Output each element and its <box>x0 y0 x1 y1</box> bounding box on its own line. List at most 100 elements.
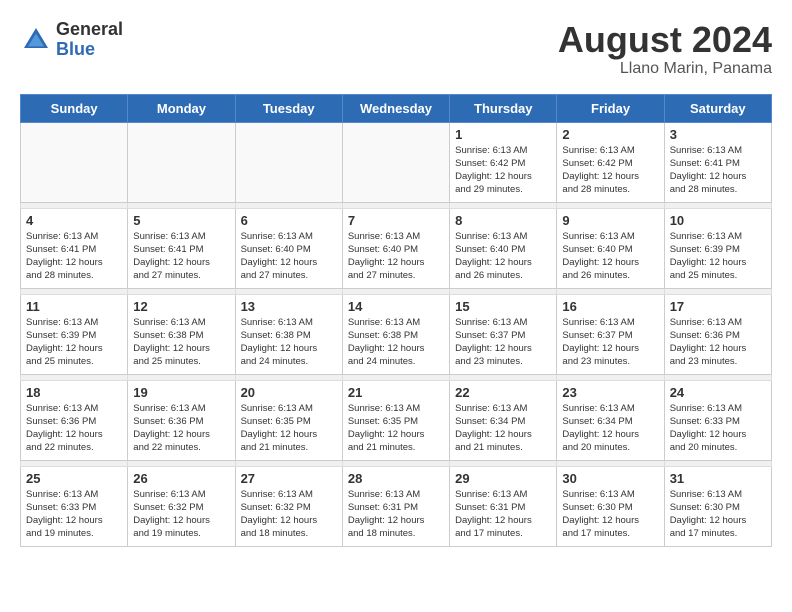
day-info: Sunrise: 6:13 AM Sunset: 6:40 PM Dayligh… <box>455 230 551 283</box>
weekday-header-monday: Monday <box>128 94 235 122</box>
day-number: 24 <box>670 385 766 400</box>
page-header: General Blue August 2024 Llano Marin, Pa… <box>20 20 772 78</box>
weekday-header-tuesday: Tuesday <box>235 94 342 122</box>
day-number: 17 <box>670 299 766 314</box>
calendar-cell: 27 Sunrise: 6:13 AM Sunset: 6:32 PM Dayli… <box>235 466 342 546</box>
day-info: Sunrise: 6:13 AM Sunset: 6:30 PM Dayligh… <box>562 488 658 541</box>
calendar-table: SundayMondayTuesdayWednesdayThursdayFrid… <box>20 94 772 547</box>
calendar-cell: 3Sunrise: 6:13 AM Sunset: 6:41 PM Daylig… <box>664 122 771 202</box>
day-info: Sunrise: 6:13 AM Sunset: 6:39 PM Dayligh… <box>26 316 122 369</box>
day-info: Sunrise: 6:13 AM Sunset: 6:42 PM Dayligh… <box>562 144 658 197</box>
day-info: Sunrise: 6:13 AM Sunset: 6:32 PM Dayligh… <box>241 488 337 541</box>
day-number: 14 <box>348 299 444 314</box>
calendar-cell: 15 Sunrise: 6:13 AM Sunset: 6:37 PM Dayli… <box>450 294 557 374</box>
day-number: 21 <box>348 385 444 400</box>
month-year-title: August 2024 <box>558 20 772 60</box>
day-info: Sunrise: 6:13 AM Sunset: 6:31 PM Dayligh… <box>348 488 444 541</box>
day-info: Sunrise: 6:13 AM Sunset: 6:33 PM Dayligh… <box>26 488 122 541</box>
calendar-cell: 26Sunrise: 6:13 AM Sunset: 6:32 PM Dayli… <box>128 466 235 546</box>
title-area: August 2024 Llano Marin, Panama <box>558 20 772 78</box>
day-info: Sunrise: 6:13 AM Sunset: 6:38 PM Dayligh… <box>241 316 337 369</box>
calendar-cell <box>21 122 128 202</box>
day-info: Sunrise: 6:13 AM Sunset: 6:33 PM Dayligh… <box>670 402 766 455</box>
day-number: 23 <box>562 385 658 400</box>
calendar-cell: 17 Sunrise: 6:13 AM Sunset: 6:36 PM Dayli… <box>664 294 771 374</box>
calendar-cell: 19Sunrise: 6:13 AM Sunset: 6:36 PM Dayli… <box>128 380 235 460</box>
calendar-cell: 21 Sunrise: 6:13 AM Sunset: 6:35 PM Dayli… <box>342 380 449 460</box>
day-number: 28 <box>348 471 444 486</box>
calendar-cell <box>342 122 449 202</box>
day-info: Sunrise: 6:13 AM Sunset: 6:35 PM Dayligh… <box>348 402 444 455</box>
day-number: 16 <box>562 299 658 314</box>
day-number: 10 <box>670 213 766 228</box>
calendar-cell: 16 Sunrise: 6:13 AM Sunset: 6:37 PM Dayli… <box>557 294 664 374</box>
calendar-week-row: 18 Sunrise: 6:13 AM Sunset: 6:36 PM Dayli… <box>21 380 772 460</box>
location-subtitle: Llano Marin, Panama <box>558 60 772 78</box>
calendar-cell: 25 Sunrise: 6:13 AM Sunset: 6:33 PM Dayli… <box>21 466 128 546</box>
day-info: Sunrise: 6:13 AM Sunset: 6:36 PM Dayligh… <box>26 402 122 455</box>
logo-general-text: General <box>56 20 123 40</box>
day-info: Sunrise: 6:13 AM Sunset: 6:41 PM Dayligh… <box>133 230 229 283</box>
day-info: Sunrise: 6:13 AM Sunset: 6:42 PM Dayligh… <box>455 144 551 197</box>
calendar-cell: 11 Sunrise: 6:13 AM Sunset: 6:39 PM Dayli… <box>21 294 128 374</box>
day-info: Sunrise: 6:13 AM Sunset: 6:36 PM Dayligh… <box>670 316 766 369</box>
calendar-week-row: 11 Sunrise: 6:13 AM Sunset: 6:39 PM Dayli… <box>21 294 772 374</box>
day-number: 25 <box>26 471 122 486</box>
day-info: Sunrise: 6:13 AM Sunset: 6:32 PM Dayligh… <box>133 488 229 541</box>
calendar-cell <box>128 122 235 202</box>
calendar-cell: 5Sunrise: 6:13 AM Sunset: 6:41 PM Daylig… <box>128 208 235 288</box>
day-number: 29 <box>455 471 551 486</box>
day-number: 15 <box>455 299 551 314</box>
weekday-header-sunday: Sunday <box>21 94 128 122</box>
day-number: 7 <box>348 213 444 228</box>
day-info: Sunrise: 6:13 AM Sunset: 6:36 PM Dayligh… <box>133 402 229 455</box>
calendar-cell: 20Sunrise: 6:13 AM Sunset: 6:35 PM Dayli… <box>235 380 342 460</box>
logo: General Blue <box>20 20 123 60</box>
weekday-header-friday: Friday <box>557 94 664 122</box>
day-info: Sunrise: 6:13 AM Sunset: 6:37 PM Dayligh… <box>455 316 551 369</box>
calendar-cell: 12 Sunrise: 6:13 AM Sunset: 6:38 PM Dayli… <box>128 294 235 374</box>
day-info: Sunrise: 6:13 AM Sunset: 6:40 PM Dayligh… <box>241 230 337 283</box>
calendar-cell: 31Sunrise: 6:13 AM Sunset: 6:30 PM Dayli… <box>664 466 771 546</box>
calendar-week-row: 1 Sunrise: 6:13 AM Sunset: 6:42 PM Daylig… <box>21 122 772 202</box>
day-number: 13 <box>241 299 337 314</box>
calendar-cell: 9Sunrise: 6:13 AM Sunset: 6:40 PM Daylig… <box>557 208 664 288</box>
calendar-cell: 13 Sunrise: 6:13 AM Sunset: 6:38 PM Dayli… <box>235 294 342 374</box>
calendar-cell: 22Sunrise: 6:13 AM Sunset: 6:34 PM Dayli… <box>450 380 557 460</box>
logo-text: General Blue <box>56 20 123 60</box>
day-number: 18 <box>26 385 122 400</box>
calendar-cell: 14Sunrise: 6:13 AM Sunset: 6:38 PM Dayli… <box>342 294 449 374</box>
day-number: 2 <box>562 127 658 142</box>
calendar-cell: 7Sunrise: 6:13 AM Sunset: 6:40 PM Daylig… <box>342 208 449 288</box>
calendar-cell: 1 Sunrise: 6:13 AM Sunset: 6:42 PM Daylig… <box>450 122 557 202</box>
day-number: 27 <box>241 471 337 486</box>
day-number: 31 <box>670 471 766 486</box>
weekday-header-thursday: Thursday <box>450 94 557 122</box>
day-number: 11 <box>26 299 122 314</box>
calendar-cell: 6Sunrise: 6:13 AM Sunset: 6:40 PM Daylig… <box>235 208 342 288</box>
weekday-header-wednesday: Wednesday <box>342 94 449 122</box>
day-info: Sunrise: 6:13 AM Sunset: 6:39 PM Dayligh… <box>670 230 766 283</box>
day-number: 8 <box>455 213 551 228</box>
day-info: Sunrise: 6:13 AM Sunset: 6:37 PM Dayligh… <box>562 316 658 369</box>
day-info: Sunrise: 6:13 AM Sunset: 6:40 PM Dayligh… <box>562 230 658 283</box>
day-info: Sunrise: 6:13 AM Sunset: 6:34 PM Dayligh… <box>562 402 658 455</box>
calendar-cell: 24 Sunrise: 6:13 AM Sunset: 6:33 PM Dayli… <box>664 380 771 460</box>
calendar-week-row: 25 Sunrise: 6:13 AM Sunset: 6:33 PM Dayli… <box>21 466 772 546</box>
day-info: Sunrise: 6:13 AM Sunset: 6:31 PM Dayligh… <box>455 488 551 541</box>
calendar-cell <box>235 122 342 202</box>
day-number: 12 <box>133 299 229 314</box>
calendar-cell: 29 Sunrise: 6:13 AM Sunset: 6:31 PM Dayli… <box>450 466 557 546</box>
calendar-cell: 4 Sunrise: 6:13 AM Sunset: 6:41 PM Daylig… <box>21 208 128 288</box>
day-number: 1 <box>455 127 551 142</box>
day-number: 22 <box>455 385 551 400</box>
calendar-cell: 2 Sunrise: 6:13 AM Sunset: 6:42 PM Daylig… <box>557 122 664 202</box>
day-number: 4 <box>26 213 122 228</box>
day-info: Sunrise: 6:13 AM Sunset: 6:41 PM Dayligh… <box>26 230 122 283</box>
calendar-cell: 10 Sunrise: 6:13 AM Sunset: 6:39 PM Dayli… <box>664 208 771 288</box>
calendar-cell: 30 Sunrise: 6:13 AM Sunset: 6:30 PM Dayli… <box>557 466 664 546</box>
calendar-cell: 18 Sunrise: 6:13 AM Sunset: 6:36 PM Dayli… <box>21 380 128 460</box>
day-info: Sunrise: 6:13 AM Sunset: 6:38 PM Dayligh… <box>133 316 229 369</box>
logo-icon <box>20 24 52 56</box>
day-number: 30 <box>562 471 658 486</box>
